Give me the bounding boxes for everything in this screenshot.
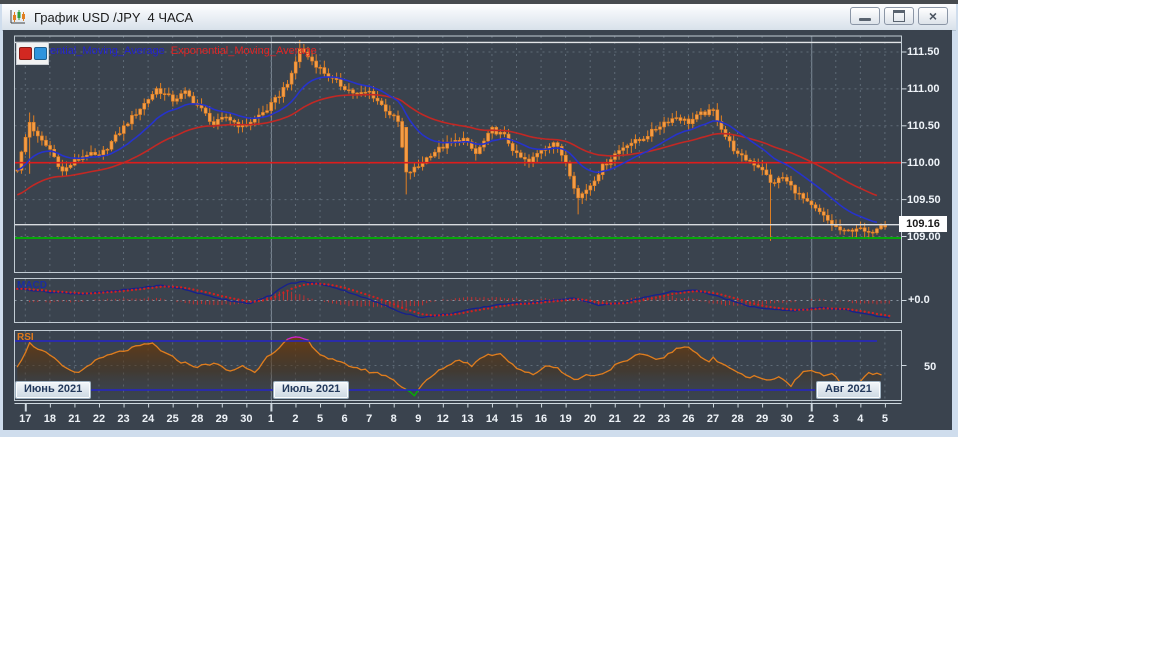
macd-panel-label: MACD: [17, 280, 47, 291]
price-axis-label: 110.50: [907, 119, 941, 132]
month-badge-august: Авг 2021: [816, 381, 881, 399]
rsi-50-label: 50: [924, 361, 937, 373]
ema-fast-label: ential_Moving_Average: [50, 45, 165, 57]
ema-red-swatch-icon: [18, 47, 32, 60]
price-axis-label: 109.50: [907, 193, 941, 206]
indicator-legend: ential_Moving_Average Exponential_Moving_…: [50, 45, 317, 57]
chart-canvas[interactable]: [0, 0, 958, 437]
indicator-swatch-box[interactable]: [16, 42, 49, 65]
ema-slow-label: Exponential_Moving_Average: [170, 45, 317, 57]
price-axis-label: 110.00: [907, 156, 941, 169]
current-price-badge: 109.16: [899, 216, 947, 232]
macd-panel: [14, 278, 902, 323]
rsi-panel: [14, 330, 902, 401]
rsi-panel-label: RSI: [17, 332, 34, 343]
desktop: График USD /JPY 4 ЧАСА × ential_Moving_A…: [0, 0, 1152, 648]
month-badge-june: Июнь 2021: [15, 381, 92, 399]
ema-blue-swatch-icon: [33, 47, 47, 60]
chart-window: График USD /JPY 4 ЧАСА × ential_Moving_A…: [0, 0, 958, 437]
main-price-panel: [14, 36, 902, 273]
price-axis-label: 111.00: [907, 82, 940, 95]
macd-zero-label: +0.0: [908, 294, 930, 306]
price-axis-label: 111.50: [907, 46, 940, 58]
month-badge-july: Июль 2021: [273, 381, 350, 399]
x-axis-label: 5: [881, 413, 888, 425]
